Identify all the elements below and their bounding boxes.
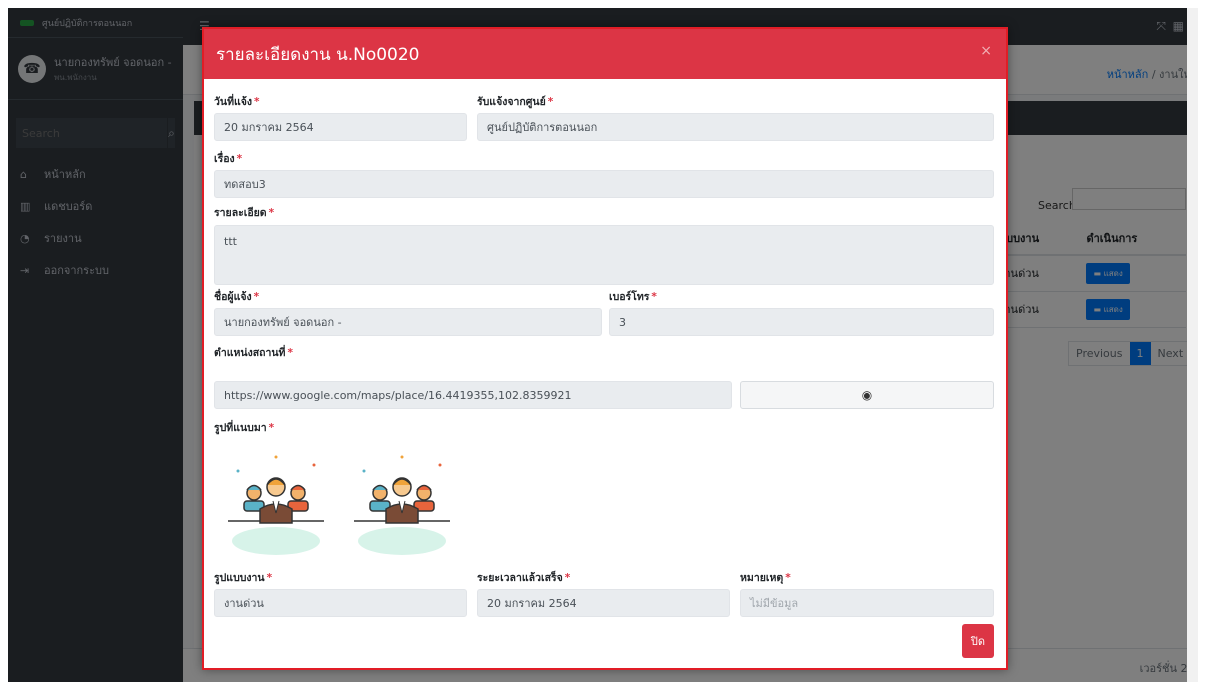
worktype-field[interactable]: งานด่วน [214,589,467,617]
reporter-label: ชื่อผู้แจ้ง * [214,291,260,303]
date-field[interactable]: 20 มกราคม 2564 [214,113,467,141]
job-detail-modal: รายละเอียดงาน น.No0020 × วันที่แจ้ง * 20 … [202,27,1008,670]
duration-field[interactable]: 20 มกราคม 2564 [477,589,730,617]
phone-label: เบอร์โทร * [609,291,657,303]
images-label: รูปที่แนบมา * [214,422,275,434]
modal-body: วันที่แจ้ง * 20 มกราคม 2564 รับแจ้งจากศูน… [204,79,1006,668]
modal-header: รายละเอียดงาน น.No0020 × [204,29,1006,79]
note-field[interactable]: ไม่มีข้อมูล [740,589,994,617]
modal-title: รายละเอียดงาน น.No0020 [216,44,420,65]
location-label: ตำแหน่งสถานที่ * [214,347,293,359]
center-label: รับแจ้งจากศูนย์ * [477,96,554,108]
date-label: วันที่แจ้ง * [214,96,260,108]
subject-label: เรื่อง * [214,153,243,165]
duration-label: ระยะเวลาแล้วเสร็จ * [477,572,571,584]
subject-field[interactable]: ทดสอบ3 [214,170,994,198]
page-scrollbar[interactable] [1187,8,1198,682]
team-illustration-icon [228,455,324,555]
team-illustration-icon [354,455,450,555]
attached-image[interactable] [344,441,460,559]
location-field[interactable]: https://www.google.com/maps/place/16.441… [214,381,732,409]
close-icon[interactable]: × [980,43,992,59]
center-field[interactable]: ศูนย์ปฏิบัติการตอนนอก [477,113,994,141]
view-map-button[interactable]: ◉ [740,381,994,409]
reporter-field[interactable]: นายกองทรัพย์ จอดนอก - [214,308,602,336]
attached-image[interactable] [218,441,334,559]
close-button[interactable]: ปิด [961,624,994,658]
detail-label: รายละเอียด * [214,207,275,219]
worktype-label: รูปแบบงาน * [214,572,273,584]
eye-icon: ◉ [861,388,873,402]
note-label: หมายเหตุ * [740,572,791,584]
detail-textarea[interactable]: ttt [214,225,994,285]
phone-field[interactable]: 3 [609,308,994,336]
